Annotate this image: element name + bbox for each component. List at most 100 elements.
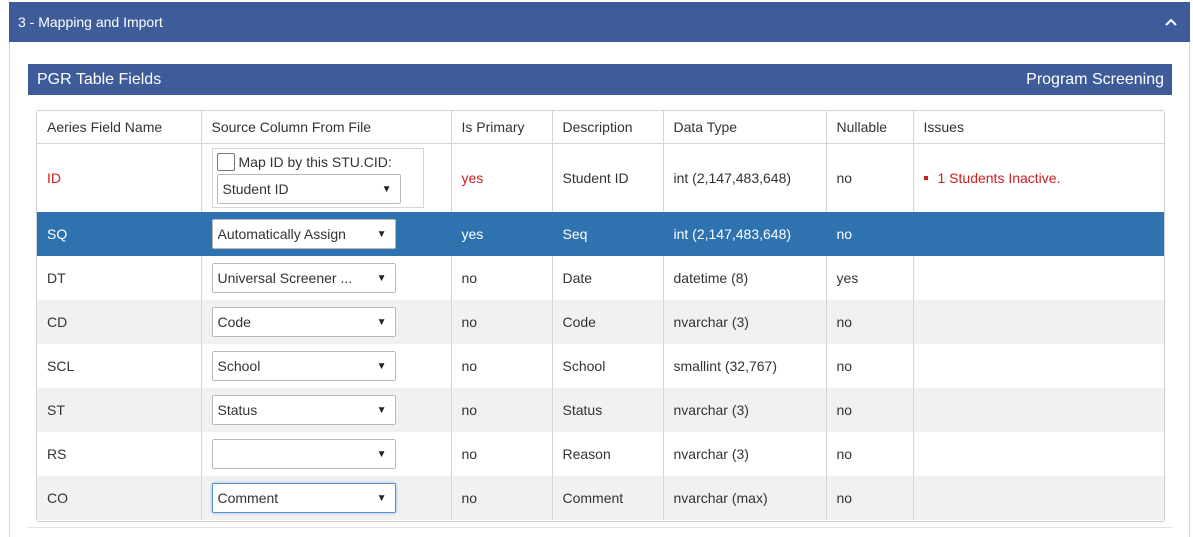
data-type: smallint (32,767) [663,344,827,388]
data-type: nvarchar (max) [663,476,827,520]
is-primary: no [451,300,553,344]
map-id-option[interactable]: Map ID by this STU.CID: [216,153,419,171]
table-row[interactable]: CO Comment ▼ no Comment nvarchar (max) n… [37,476,1164,520]
field-name: RS [37,432,202,476]
dropdown-arrow-icon: ▼ [381,183,392,195]
table-row[interactable]: SQ Automatically Assign ▼ yes Seq int (2… [37,212,1164,256]
is-primary: no [451,344,553,388]
nullable: no [826,476,914,520]
nullable: no [826,388,914,432]
table-row[interactable]: ST Status ▼ no Status nvarchar (3) no [37,388,1164,432]
is-primary: no [451,388,553,432]
source-cell: ▼ [201,432,452,476]
column-header: Is Primary [451,111,553,144]
mapping-table-container: Aeries Field Name Source Column From Fil… [36,110,1165,522]
field-name: DT [37,256,202,300]
field-name: ST [37,388,202,432]
table-row[interactable]: RS ▼ no Reason nvarchar (3) no [37,432,1164,476]
column-header: Nullable [826,111,914,144]
issues-cell [913,432,1164,476]
issues-cell [913,476,1164,520]
issue-item: 1 Students Inactive. [923,170,1155,186]
source-cell: Code ▼ [201,300,452,344]
nullable: no [826,344,914,388]
source-cell: Universal Screener ... ▼ [201,256,452,300]
map-id-checkbox[interactable] [216,153,235,171]
table-title: PGR Table Fields [37,70,162,88]
column-header: Aeries Field Name [37,111,202,144]
column-header: Data Type [663,111,827,144]
section-header[interactable]: 3 - Mapping and Import [9,2,1190,42]
issue-text: 1 Students Inactive. [937,170,1061,186]
map-id-label: Map ID by this STU.CID: [238,154,392,170]
source-column-select[interactable]: Status ▼ [211,395,396,425]
column-header: Source Column From File [201,111,452,144]
dropdown-arrow-icon: ▼ [376,228,387,240]
description: Status [552,388,664,432]
is-primary: no [451,256,553,300]
map-id-group: Map ID by this STU.CID: Student ID ▼ [211,148,424,208]
source-cell: Comment ▼ [201,476,452,520]
table-row[interactable]: SCL School ▼ no School smallint (32,767)… [37,344,1164,388]
data-type: nvarchar (3) [663,300,827,344]
source-column-select[interactable]: Automatically Assign ▼ [211,219,396,249]
source-column-select[interactable]: Universal Screener ... ▼ [211,263,396,293]
nullable: no [826,212,914,256]
source-column-select[interactable]: School ▼ [211,351,396,381]
description: Code [552,300,664,344]
data-type: int (2,147,483,648) [663,212,827,256]
issues-cell: 1 Students Inactive. [913,143,1164,212]
source-cell: Status ▼ [201,388,452,432]
is-primary: no [451,432,553,476]
nullable: yes [826,256,914,300]
source-column-select[interactable]: Code ▼ [211,307,396,337]
data-type: nvarchar (3) [663,388,827,432]
field-name: SQ [37,212,202,256]
table-row[interactable]: DT Universal Screener ... ▼ no Date date… [37,256,1164,300]
source-column-select[interactable]: Comment ▼ [211,483,396,513]
data-type: int (2,147,483,648) [663,143,827,212]
issues-cell [913,388,1164,432]
column-header: Issues [913,111,1164,144]
table-title-bar: PGR Table Fields Program Screening [28,64,1172,95]
source-cell: Automatically Assign ▼ [201,212,452,256]
source-cell: Map ID by this STU.CID: Student ID ▼ [201,143,452,212]
column-header: Description [552,111,664,144]
table-header-row: Aeries Field Name Source Column From Fil… [37,111,1164,144]
field-name: ID [37,143,202,212]
data-type: nvarchar (3) [663,432,827,476]
nullable: no [826,300,914,344]
dropdown-arrow-icon: ▼ [376,404,387,416]
dropdown-arrow-icon: ▼ [376,360,387,372]
issues-cell [913,300,1164,344]
nullable: no [826,143,914,212]
chevron-up-icon[interactable] [1161,12,1181,32]
dropdown-arrow-icon: ▼ [376,448,387,460]
table-row[interactable]: ID Map ID by this STU.CID: Student ID ▼ … [37,143,1164,212]
description: Reason [552,432,664,476]
description: Seq [552,212,664,256]
description: Student ID [552,143,664,212]
dropdown-arrow-icon: ▼ [376,492,387,504]
field-name: SCL [37,344,202,388]
field-name: CO [37,476,202,520]
issues-cell [913,256,1164,300]
is-primary: yes [451,212,553,256]
source-column-select[interactable]: Student ID ▼ [216,174,401,204]
table-row[interactable]: CD Code ▼ no Code nvarchar (3) no [37,300,1164,344]
description: School [552,344,664,388]
mapping-table: Aeries Field Name Source Column From Fil… [37,111,1164,520]
table-subtitle: Program Screening [1026,70,1164,88]
bullet-icon [923,176,928,180]
field-name: CD [37,300,202,344]
description: Date [552,256,664,300]
is-primary: no [451,476,553,520]
dropdown-arrow-icon: ▼ [376,316,387,328]
source-column-select[interactable]: ▼ [211,439,396,469]
divider [28,527,1172,528]
issues-cell [913,344,1164,388]
issues-cell [913,212,1164,256]
dropdown-arrow-icon: ▼ [376,272,387,284]
is-primary: yes [451,143,553,212]
source-cell: School ▼ [201,344,452,388]
